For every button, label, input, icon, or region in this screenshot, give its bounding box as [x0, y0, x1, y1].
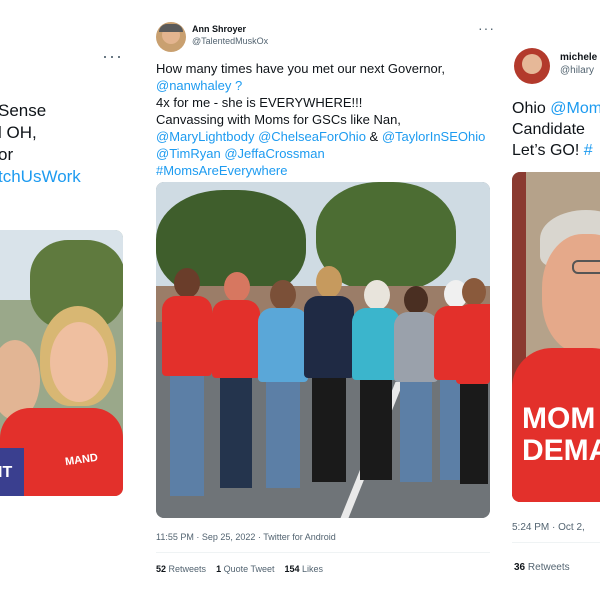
- head: [404, 286, 428, 314]
- head: [462, 278, 486, 306]
- tweet-timestamp[interactable]: 11:55 PM · Sep 25, 2022 · Twitter for An…: [156, 532, 336, 542]
- tweet-card-left: ··· Sense l OH, or tchUsWork MAND IT: [0, 38, 126, 552]
- tweet-text: Ohio @Mom Candidate Let’s GO! #: [512, 98, 600, 161]
- tweet-card-middle: Ann Shroyer @TalentedMuskOx ··· How many…: [146, 12, 496, 588]
- pants: [460, 384, 488, 484]
- mention-link[interactable]: @MaryLightbody @ChelseaForOhio: [156, 129, 366, 144]
- hashtag-link[interactable]: tchUsWork: [0, 166, 126, 188]
- shirt-text: DEMA: [522, 434, 600, 467]
- divider: [512, 542, 600, 543]
- likes-stat[interactable]: 154 Likes: [285, 564, 324, 574]
- retweets-label: Retweets: [168, 564, 207, 574]
- avatar[interactable]: [514, 48, 550, 84]
- quotes-label: Quote Tweet: [223, 564, 275, 574]
- avatar-cap: [159, 24, 183, 32]
- blue-shirt: [258, 308, 308, 382]
- retweets-stat[interactable]: 36 Retweets: [514, 562, 570, 573]
- tweet-line: or: [0, 145, 14, 164]
- retweets-count: 36: [514, 562, 526, 573]
- tweet-line: Candidate: [512, 121, 585, 138]
- red-shirt: [162, 296, 212, 376]
- tweet-line: Sense: [0, 101, 47, 120]
- head: [364, 280, 390, 310]
- teal-shirt: [352, 308, 400, 380]
- retweets-stat[interactable]: 52 Retweets: [156, 564, 206, 574]
- tweet-photo[interactable]: MAND IT: [0, 230, 123, 496]
- tweet-line: Canvassing with Moms for GSCs like Nan,: [156, 112, 401, 127]
- jeans: [266, 382, 300, 488]
- red-shirt: [212, 300, 260, 378]
- pants: [312, 378, 346, 482]
- face-right: [50, 322, 108, 402]
- tweet-line: l OH,: [0, 123, 37, 142]
- author-name[interactable]: Ann Shroyer: [192, 24, 246, 34]
- jeans: [170, 376, 204, 496]
- face: [542, 234, 600, 354]
- author-name[interactable]: michele: [560, 52, 597, 63]
- sign-text: IT: [0, 464, 13, 481]
- tweet-text: Sense l OH, or tchUsWork: [0, 100, 126, 188]
- tweet-line: 4x for me - she is EVERYWHERE!!!: [156, 95, 363, 110]
- author-handle[interactable]: @hilary: [560, 65, 594, 76]
- tweet-word: Ohio: [512, 100, 551, 117]
- jeans: [400, 382, 432, 482]
- tweet-line: How many times have you met our next Gov…: [156, 61, 446, 76]
- glasses-icon: [572, 260, 600, 274]
- mention-link[interactable]: @TaylorInSEOhio: [382, 129, 486, 144]
- avatar[interactable]: [156, 22, 186, 52]
- ampersand: &: [365, 129, 382, 144]
- navy-top: [304, 296, 354, 378]
- quotes-count: 1: [216, 564, 222, 574]
- tweet-line: @MaryLightbody @ChelseaForOhio & @Taylor…: [156, 128, 496, 145]
- shirt-text: MOM: [522, 402, 596, 435]
- mention-link[interactable]: @nanwhaley ?: [156, 77, 496, 94]
- tweet-photo[interactable]: MOM DEMA: [512, 172, 600, 502]
- head: [270, 280, 296, 310]
- tweet-stats: 52 Retweets 1 Quote Tweet 154 Likes: [156, 564, 323, 574]
- tweet-card-right: michele @hilary Ohio @Mom Candidate Let’…: [506, 38, 600, 588]
- red-shirt: [456, 304, 490, 384]
- retweets-label: Retweets: [527, 562, 570, 573]
- likes-label: Likes: [302, 564, 324, 574]
- head: [174, 268, 200, 298]
- sign: IT: [0, 448, 24, 496]
- tweet-timestamp[interactable]: 5:24 PM · Oct 2,: [512, 522, 585, 533]
- tweet-word: Let’s GO!: [512, 142, 584, 159]
- hashtag-link[interactable]: #MomsAreEverywhere: [156, 162, 496, 179]
- tweet-photo[interactable]: [156, 182, 490, 518]
- pants: [360, 380, 392, 480]
- grey-shirt: [394, 312, 438, 382]
- pants: [220, 378, 252, 488]
- head: [224, 272, 250, 302]
- avatar-face: [522, 54, 542, 74]
- author-handle[interactable]: @TalentedMuskOx: [192, 36, 268, 46]
- tweet-line: Ohio @Mom: [512, 98, 600, 119]
- hashtag-link[interactable]: #: [584, 142, 593, 159]
- retweets-count: 52: [156, 564, 167, 574]
- more-options-icon[interactable]: ···: [478, 20, 495, 36]
- tweet-text: How many times have you met our next Gov…: [156, 60, 496, 179]
- tweet-line: Let’s GO! #: [512, 140, 600, 161]
- mention-link[interactable]: @Mom: [550, 100, 600, 117]
- more-options-icon[interactable]: ···: [102, 46, 123, 67]
- head: [316, 266, 342, 298]
- quotes-stat[interactable]: 1 Quote Tweet: [216, 564, 274, 574]
- mention-link[interactable]: @TimRyan @JeffaCrossman: [156, 145, 496, 162]
- divider: [156, 552, 490, 553]
- likes-count: 154: [284, 564, 300, 574]
